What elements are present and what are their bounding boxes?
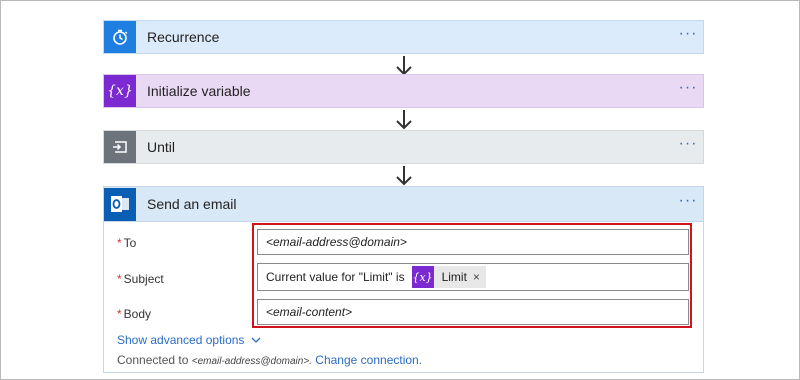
- variable-icon: {x}: [104, 75, 136, 107]
- step-title: Initialize variable: [147, 83, 251, 99]
- connected-address: <email-address@domain>.: [191, 356, 312, 367]
- token-label: Limit: [441, 270, 467, 284]
- send-email-step: Send an email ··· * To * Subject * Body <em…: [103, 186, 704, 373]
- more-options-button[interactable]: ···: [673, 135, 703, 159]
- subject-field[interactable]: Current value for "Limit" is {x} Limit ×: [257, 263, 689, 291]
- limit-token[interactable]: {x} Limit ×: [411, 266, 486, 288]
- until-step[interactable]: Until ···: [103, 130, 704, 164]
- body-field-value: <email-content>: [266, 305, 353, 319]
- required-marker: *: [117, 272, 122, 286]
- initialize-variable-step[interactable]: {x} Initialize variable ···: [103, 74, 704, 108]
- to-field-value: <email-address@domain>: [266, 235, 407, 249]
- loop-icon: [104, 131, 136, 163]
- send-email-header[interactable]: Send an email ···: [104, 187, 703, 222]
- connection-info: Connected to <email-address@domain>. Cha…: [117, 353, 423, 367]
- more-options-button[interactable]: ···: [673, 192, 703, 216]
- arrow-down-icon: [396, 56, 412, 76]
- variable-icon: {x}: [411, 266, 434, 288]
- alarm-clock-icon: [104, 21, 136, 53]
- subject-label: * Subject: [117, 272, 164, 286]
- required-marker: *: [117, 307, 122, 321]
- outlook-icon: [104, 187, 136, 221]
- show-advanced-options-link[interactable]: Show advanced options: [117, 333, 261, 347]
- arrow-down-icon: [396, 110, 412, 130]
- step-title: Send an email: [147, 196, 237, 212]
- remove-token-icon[interactable]: ×: [473, 270, 486, 284]
- to-field[interactable]: <email-address@domain>: [257, 229, 689, 255]
- to-label: * To: [117, 236, 137, 250]
- chevron-down-icon: [251, 337, 261, 343]
- recurrence-step[interactable]: Recurrence ···: [103, 20, 704, 54]
- subject-text: Current value for "Limit" is: [266, 270, 405, 284]
- body-field[interactable]: <email-content>: [257, 299, 689, 325]
- more-options-button[interactable]: ···: [673, 79, 703, 103]
- change-connection-link[interactable]: Change connection.: [315, 353, 422, 367]
- required-marker: *: [117, 236, 122, 250]
- body-label: * Body: [117, 307, 152, 321]
- step-title: Until: [147, 139, 176, 155]
- more-options-button[interactable]: ···: [673, 25, 703, 49]
- step-title: Recurrence: [147, 29, 220, 45]
- arrow-down-icon: [396, 166, 412, 186]
